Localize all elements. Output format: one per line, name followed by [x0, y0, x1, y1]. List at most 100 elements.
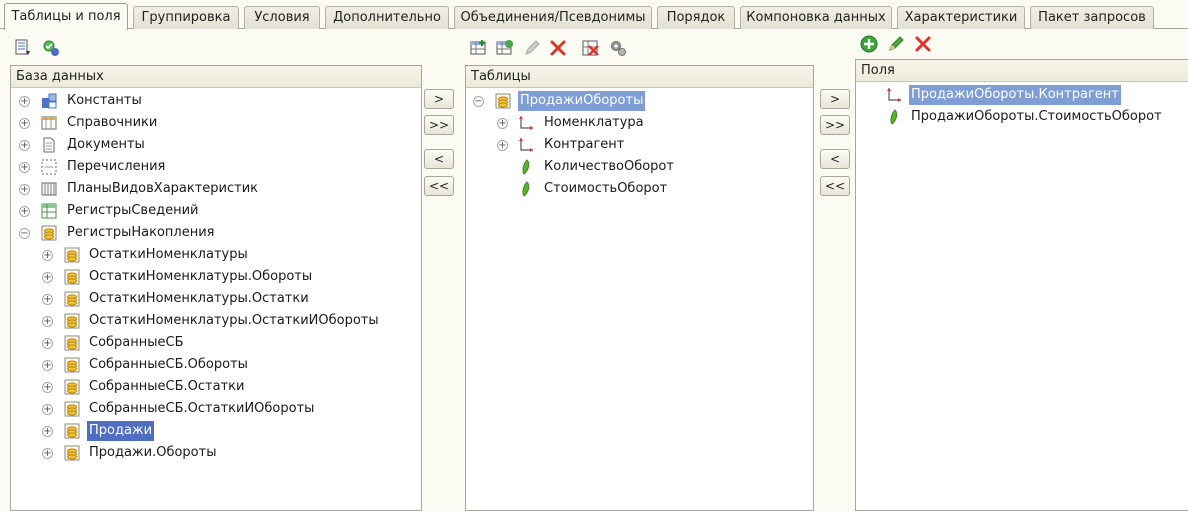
tree-item-register[interactable]: + ОстаткиНоменклатуры	[11, 244, 421, 266]
tree-item-label: ПланыВидовХарактеристик	[67, 181, 259, 196]
table-field-item[interactable]: + Номенклатура	[466, 112, 813, 134]
tree-item-label: Документы	[67, 137, 145, 152]
collapse-icon[interactable]: −	[473, 96, 484, 107]
add-table-icon[interactable]	[470, 39, 488, 57]
table-field-item[interactable]: СтоимостьОборот	[466, 178, 813, 200]
dimension-icon	[519, 138, 533, 152]
register-icon	[64, 379, 80, 395]
tree-item-register[interactable]: + Продажи.Обороты	[11, 442, 421, 464]
tab-tables-and-fields[interactable]: Таблицы и поля	[4, 3, 128, 30]
expand-icon[interactable]: +	[19, 96, 30, 107]
register-icon	[64, 291, 80, 307]
delete-all-tables-icon[interactable]	[582, 39, 600, 57]
expand-icon[interactable]: +	[19, 140, 30, 151]
expand-icon[interactable]: +	[42, 382, 53, 393]
expand-icon[interactable]: +	[42, 448, 53, 459]
tab-grouping[interactable]: Группировка	[133, 6, 239, 29]
add-all-fields-button[interactable]: >>	[820, 115, 850, 135]
add-all-tables-button[interactable]: >>	[424, 115, 454, 135]
collapse-icon[interactable]: −	[19, 228, 30, 239]
add-table-button[interactable]: >	[424, 89, 454, 109]
tree-item-documents[interactable]: + Документы	[11, 134, 421, 156]
tree-item-label: ОстаткиНоменклатуры	[89, 247, 248, 262]
expand-icon[interactable]: +	[19, 206, 30, 217]
tab-order[interactable]: Порядок	[657, 6, 735, 29]
register-icon	[64, 335, 80, 351]
register-icon	[64, 423, 80, 439]
delete-icon[interactable]	[549, 39, 567, 57]
tree-item-register[interactable]: + СобранныеСБ.Остатки	[11, 376, 421, 398]
field-label: ПродажиОбороты.Контрагент	[909, 85, 1121, 105]
add-field-icon[interactable]	[860, 35, 878, 53]
tree-item-label: Продажи	[87, 421, 155, 441]
tree-item-accumulation-registers[interactable]: − РегистрыНакопления	[11, 222, 421, 244]
remove-field-button[interactable]: <	[820, 149, 850, 169]
tree-item-label: Продажи.Обороты	[89, 445, 217, 460]
tab-bar: Таблицы и поля Группировка Условия Допол…	[0, 0, 1188, 30]
query-wizard-icon[interactable]	[42, 39, 60, 57]
settings-gears-icon[interactable]	[609, 39, 627, 57]
remove-all-fields-button[interactable]: <<	[820, 176, 850, 196]
expand-icon[interactable]: +	[19, 184, 30, 195]
characteristics-icon	[41, 182, 57, 196]
tables-panel-title: Таблицы	[466, 66, 813, 88]
tree-item-label: РегистрыСведений	[67, 203, 199, 218]
open-table-icon[interactable]	[14, 39, 32, 57]
table-field-item[interactable]: КоличествоОборот	[466, 156, 813, 178]
register-icon	[64, 401, 80, 417]
tree-item-constants[interactable]: + Константы	[11, 90, 421, 112]
edit-icon[interactable]	[523, 39, 541, 57]
expand-icon[interactable]: +	[42, 272, 53, 283]
expand-icon[interactable]: +	[497, 118, 508, 129]
register-icon	[64, 313, 80, 329]
tree-item-enums[interactable]: + Перечисления	[11, 156, 421, 178]
selected-field-item[interactable]: ПродажиОбороты.СтоимостьОборот	[856, 106, 1187, 128]
expand-icon[interactable]: +	[42, 316, 53, 327]
expand-icon[interactable]: +	[42, 360, 53, 371]
tab-data-composition[interactable]: Компоновка данных	[740, 6, 892, 29]
tree-item-register[interactable]: + СобранныеСБ.Обороты	[11, 354, 421, 376]
tree-item-register[interactable]: + СобранныеСБ.ОстаткиИОбороты	[11, 398, 421, 420]
tab-characteristics[interactable]: Характеристики	[897, 6, 1025, 29]
documents-icon	[43, 137, 55, 153]
table-item-sales-turnovers[interactable]: − ПродажиОбороты	[466, 90, 813, 112]
table-field-item[interactable]: + Контрагент	[466, 134, 813, 156]
tree-item-label: СобранныеСБ.Обороты	[89, 357, 248, 372]
resource-icon	[522, 181, 530, 197]
tree-item-label: СтоимостьОборот	[544, 181, 668, 196]
remove-all-tables-button[interactable]: <<	[424, 176, 454, 196]
expand-icon[interactable]: +	[19, 162, 30, 173]
tree-item-register-selected[interactable]: + Продажи	[11, 420, 421, 442]
tree-item-label: ОстаткиНоменклатуры.ОстаткиИОбороты	[89, 313, 379, 328]
expand-icon[interactable]: +	[497, 140, 508, 151]
tree-item-register[interactable]: + СобранныеСБ	[11, 332, 421, 354]
field-label: ПродажиОбороты.СтоимостьОборот	[911, 109, 1162, 124]
add-nested-table-icon[interactable]	[496, 39, 514, 57]
tree-item-register[interactable]: + ОстаткиНоменклатуры.Обороты	[11, 266, 421, 288]
tree-item-label: СобранныеСБ.Остатки	[89, 379, 245, 394]
tree-item-label: ПродажиОбороты	[518, 91, 646, 111]
expand-icon[interactable]: +	[42, 426, 53, 437]
tree-item-register[interactable]: + ОстаткиНоменклатуры.Остатки	[11, 288, 421, 310]
expand-icon[interactable]: +	[42, 404, 53, 415]
edit-field-icon[interactable]	[887, 35, 905, 53]
resource-icon	[890, 109, 898, 125]
expand-icon[interactable]: +	[19, 118, 30, 129]
remove-table-button[interactable]: <	[424, 149, 454, 169]
tab-conditions[interactable]: Условия	[244, 6, 320, 29]
dimension-icon	[519, 116, 533, 130]
tab-unions-aliases[interactable]: Объединения/Псевдонимы	[454, 6, 652, 29]
tree-item-register[interactable]: + ОстаткиНоменклатуры.ОстаткиИОбороты	[11, 310, 421, 332]
selected-field-item[interactable]: ПродажиОбороты.Контрагент	[856, 84, 1187, 106]
add-field-button[interactable]: >	[820, 89, 850, 109]
tree-item-catalogs[interactable]: + Справочники	[11, 112, 421, 134]
enums-icon	[41, 159, 57, 175]
delete-field-icon[interactable]	[914, 35, 932, 53]
tab-query-batch[interactable]: Пакет запросов	[1030, 6, 1154, 29]
tab-additional[interactable]: Дополнительно	[325, 6, 449, 29]
expand-icon[interactable]: +	[42, 294, 53, 305]
expand-icon[interactable]: +	[42, 338, 53, 349]
tree-item-characteristics[interactable]: + ПланыВидовХарактеристик	[11, 178, 421, 200]
tree-item-info-registers[interactable]: + РегистрыСведений	[11, 200, 421, 222]
expand-icon[interactable]: +	[42, 250, 53, 261]
